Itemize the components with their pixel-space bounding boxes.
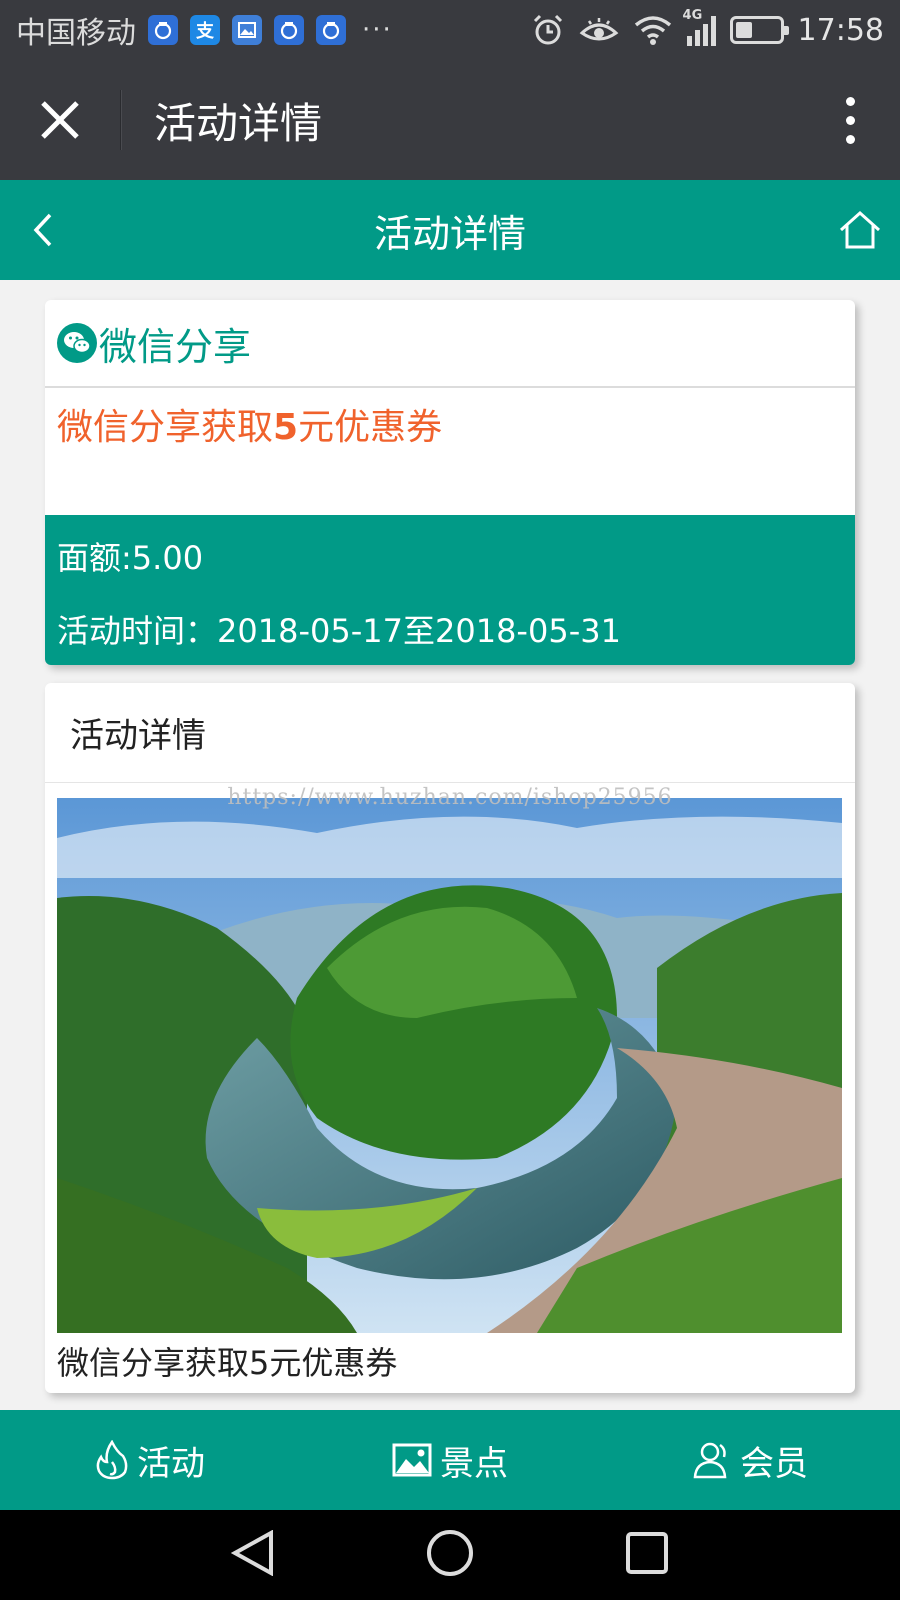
nav-home-button[interactable] [425, 1528, 475, 1582]
close-button[interactable] [0, 60, 120, 180]
tab-label: 会员 [740, 1443, 808, 1484]
more-dot [845, 96, 855, 106]
coupon-card: 微信分享 微信分享获取5元优惠券 面额:5.00 活动时间：2018-05-17… [45, 300, 855, 665]
coupon-title-amount: 5 [273, 407, 299, 448]
detail-section-title: 活动详情 [70, 716, 206, 756]
nav-back-button[interactable] [230, 1529, 275, 1580]
coupon-title-prefix: 微信分享获取 [57, 407, 274, 448]
gallery-icon [232, 15, 262, 45]
picture-icon [392, 1443, 432, 1477]
chevron-left-icon [33, 213, 52, 247]
tab-label: 景点 [440, 1443, 508, 1484]
circle-home-icon [427, 1530, 473, 1576]
detail-card: 活动详情 https://www.huzhan.com/ishop25956 微… [45, 683, 855, 1393]
watermark-text: https://www.huzhan.com/ishop25956 [227, 785, 673, 810]
coupon-card-header: 微信分享 [45, 300, 855, 388]
tab-activities[interactable]: 活动 [0, 1410, 300, 1510]
square-recents-icon [626, 1532, 668, 1574]
coupon-info-panel: 面额:5.00 活动时间：2018-05-17至2018-05-31 [45, 515, 855, 665]
coupon-title-suffix: 元优惠券 [298, 407, 443, 448]
wifi-icon [634, 16, 671, 45]
eye-icon [579, 18, 618, 41]
triangle-back-icon [230, 1529, 273, 1577]
channel-label: 微信分享 [99, 324, 252, 369]
more-notifications-icon: ··· [362, 15, 393, 45]
period-value: 2018-05-17至2018-05-31 [217, 612, 621, 650]
more-dot [845, 115, 855, 125]
more-menu-button[interactable] [800, 60, 900, 180]
coupon-period: 活动时间：2018-05-17至2018-05-31 [57, 606, 855, 652]
user-icon [693, 1442, 727, 1479]
wechat-title-bar: 活动详情 [0, 60, 900, 180]
notification-icons: 支 ··· [148, 15, 393, 45]
nav-recents-button[interactable] [625, 1531, 669, 1579]
clock: 17:58 [797, 12, 884, 48]
title-divider [120, 90, 122, 150]
back-button[interactable] [18, 205, 68, 255]
carrier-name: 中国移动 [16, 16, 136, 51]
tab-attractions[interactable]: 景点 [300, 1410, 600, 1510]
qq-notification-icon [274, 15, 304, 45]
signal-icon: 4G [683, 8, 716, 46]
amount-label: 面额: [57, 539, 132, 577]
scenic-photo [57, 798, 842, 1333]
detail-card-header: 活动详情 [45, 683, 855, 783]
bottom-tab-bar: 活动 景点 会员 [0, 1410, 900, 1510]
tab-label: 活动 [137, 1443, 205, 1484]
wechat-icon [57, 323, 97, 363]
android-navigation-bar [0, 1510, 900, 1600]
home-button[interactable] [830, 200, 890, 260]
home-icon [839, 210, 881, 249]
coupon-amount: 面额:5.00 [57, 533, 855, 577]
amount-value: 5.00 [131, 539, 204, 577]
coupon-title: 微信分享获取5元优惠券 [45, 388, 855, 515]
alarm-icon [533, 14, 562, 45]
battery-icon [729, 16, 789, 44]
photo-caption: 微信分享获取5元优惠券 [57, 1344, 398, 1382]
status-right: 4G 17:58 [531, 8, 884, 48]
period-label: 活动时间： [57, 612, 218, 650]
close-icon [41, 101, 79, 139]
alipay-icon: 支 [190, 15, 220, 45]
qq-notification-icon [316, 15, 346, 45]
more-dot [845, 134, 855, 144]
qq-notification-icon [148, 15, 178, 45]
status-bar: 中国移动 支 ··· 4G 17:58 [0, 0, 900, 60]
flame-icon [96, 1440, 128, 1480]
wechat-page-title: 活动详情 [154, 98, 323, 148]
network-type-label: 4G [682, 8, 703, 23]
tab-members[interactable]: 会员 [600, 1410, 900, 1510]
page-title: 活动详情 [373, 211, 526, 256]
page-header: 活动详情 [0, 180, 900, 280]
